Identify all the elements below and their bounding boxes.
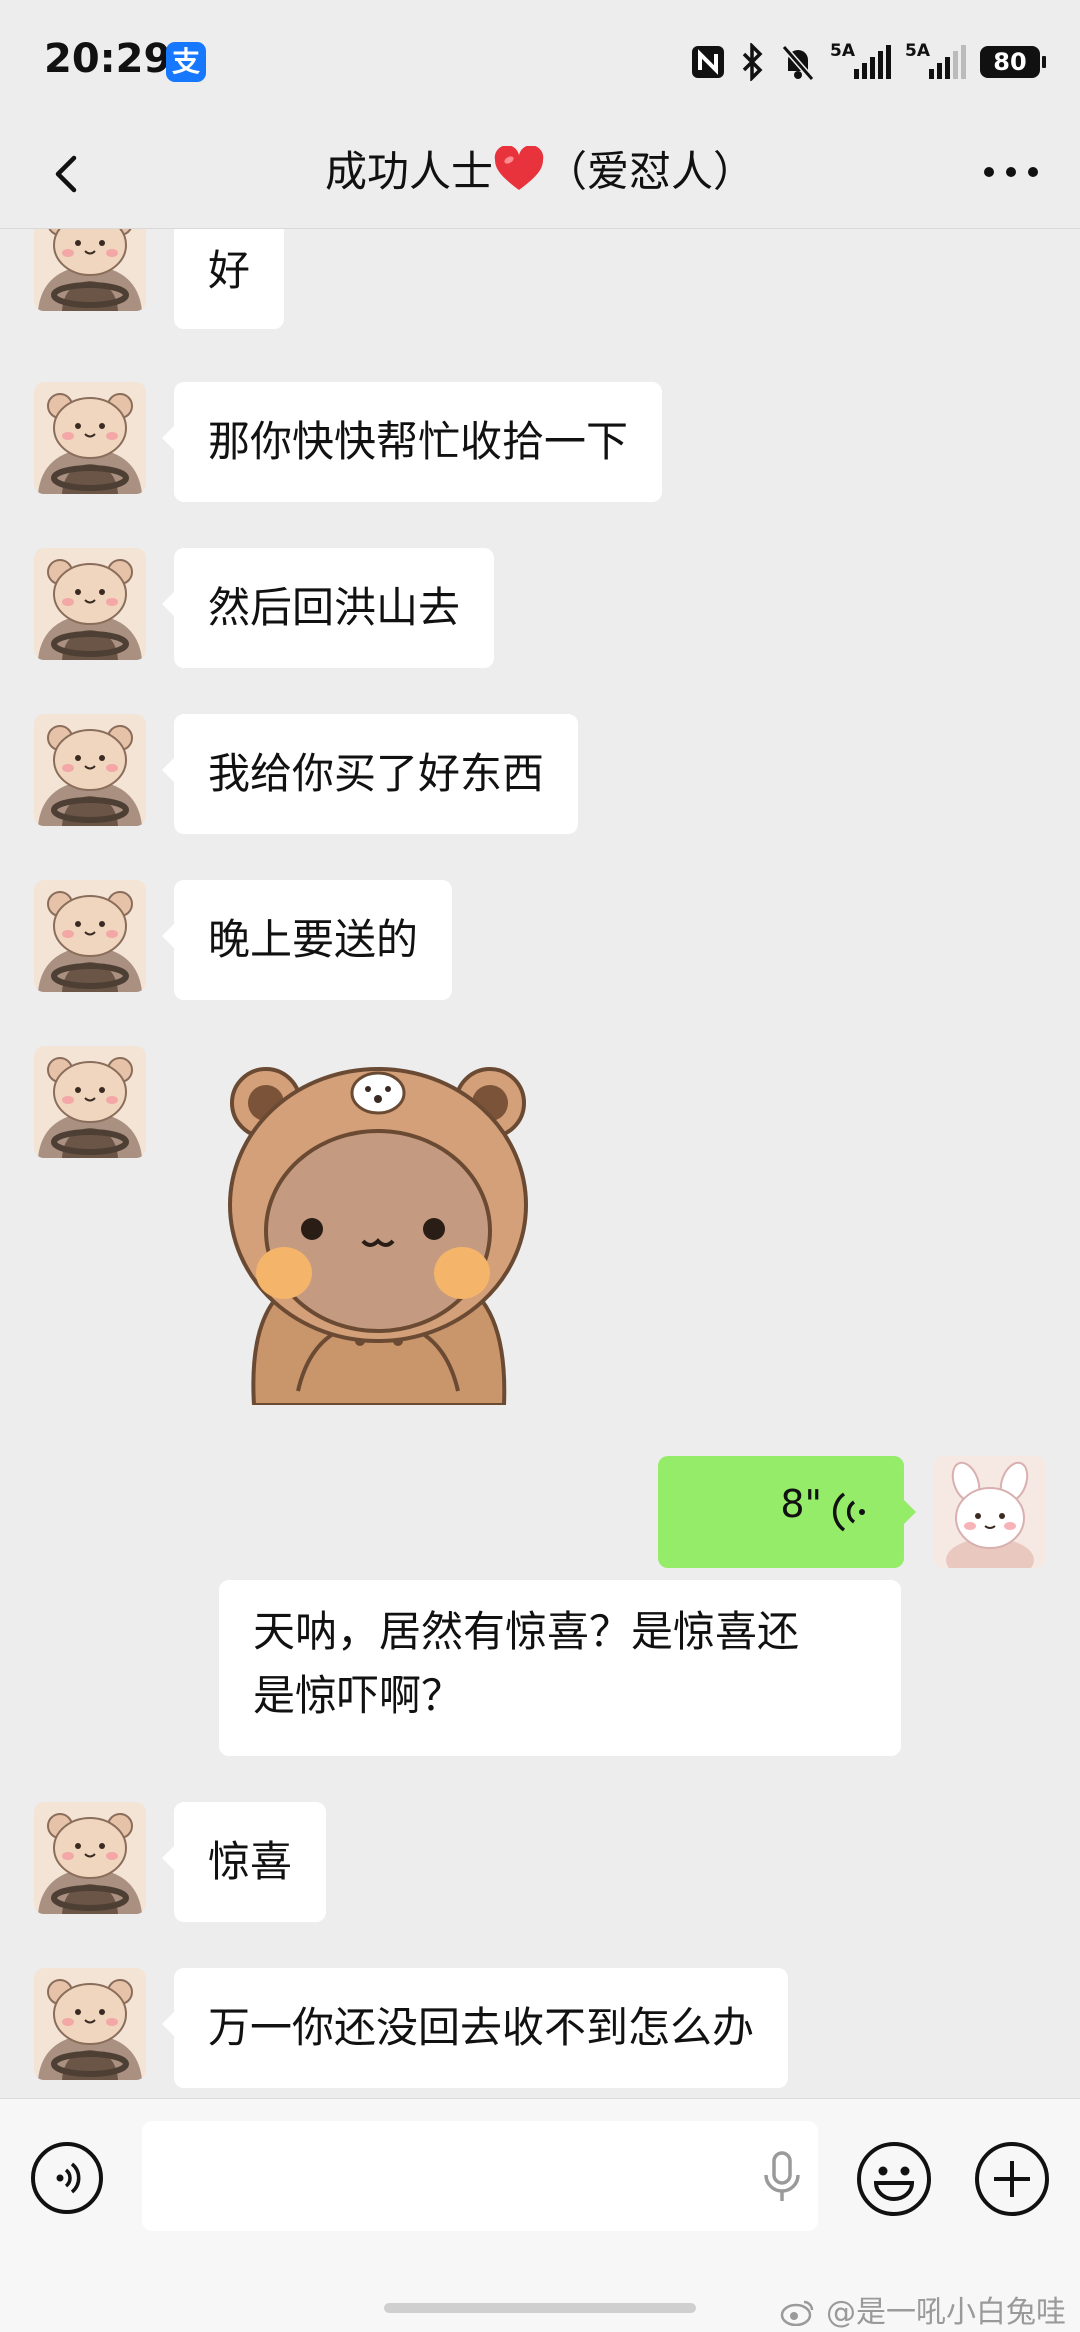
- signal-indicator-1: 5A: [830, 41, 891, 79]
- network-type-label: 5A: [830, 41, 855, 61]
- contact-name: 成功人士: [324, 147, 493, 196]
- nfc-icon: [692, 46, 724, 78]
- chat-header: 成功人士 （爱怼人）: [0, 120, 1080, 229]
- message-text: 我给你买了好东西: [208, 749, 545, 798]
- voice-transcript[interactable]: 天呐，居然有惊喜？是惊喜还 是惊吓啊？: [219, 1580, 901, 1756]
- my-avatar[interactable]: [934, 1456, 1046, 1568]
- message-bubble[interactable]: 好: [174, 229, 285, 329]
- chat-title: 成功人士 （爱怼人）: [0, 142, 1080, 202]
- microphone-icon[interactable]: [760, 2151, 804, 2203]
- contact-avatar[interactable]: [34, 880, 146, 992]
- voice-mode-icon[interactable]: [30, 2141, 104, 2215]
- weibo-watermark: @是一吼小白兔哇: [780, 2287, 1066, 2331]
- alipay-icon: 支: [166, 42, 206, 82]
- weibo-icon: [781, 2300, 814, 2327]
- bear-hoodie-sticker[interactable]: [208, 1055, 548, 1405]
- signal-indicator-2: 5A: [905, 41, 966, 79]
- heart-icon: [494, 145, 544, 190]
- message-bubble[interactable]: 我给你买了好东西: [161, 714, 579, 834]
- status-icons: 5A 5A 80: [690, 40, 1046, 84]
- battery-icon: 80: [980, 46, 1046, 78]
- input-toolbar: @是一吼小白兔哇: [0, 2098, 1080, 2332]
- message-bubble[interactable]: 然后回洪山去: [161, 548, 495, 668]
- message-text: 万一你还没回去收不到怎么办: [208, 2003, 755, 2052]
- network-type-label: 5A: [905, 41, 930, 61]
- contact-avatar[interactable]: [34, 1968, 146, 2080]
- message-text: 那你快快帮忙收拾一下: [208, 417, 629, 466]
- contact-avatar[interactable]: [34, 1046, 146, 1158]
- emoji-icon[interactable]: [856, 2141, 932, 2217]
- voice-duration: 8": [780, 1482, 822, 1526]
- message-bubble[interactable]: 那你快快帮忙收拾一下: [161, 382, 663, 502]
- clock-time: 20:29: [44, 36, 172, 82]
- silent-bell-icon: [781, 45, 815, 81]
- transcript-line: 是惊吓啊？: [253, 1671, 464, 1720]
- contact-remark: （爱怼人）: [545, 147, 756, 196]
- home-indicator[interactable]: [384, 2303, 696, 2313]
- message-bubble[interactable]: 晚上要送的: [161, 880, 453, 1000]
- message-bubble[interactable]: 万一你还没回去收不到怎么办: [161, 1968, 789, 2088]
- message-text: 晚上要送的: [208, 915, 419, 964]
- watermark-text: @是一吼小白兔哇: [826, 2295, 1066, 2330]
- message-input[interactable]: [142, 2121, 818, 2231]
- voice-wave-icon: [832, 1492, 865, 1532]
- contact-avatar[interactable]: [34, 229, 146, 311]
- status-bar: 20:29 支 5A 5A 80: [0, 0, 1080, 120]
- plus-icon[interactable]: [974, 2141, 1050, 2217]
- more-dots-icon[interactable]: [976, 142, 1046, 202]
- message-text: 好: [208, 246, 251, 295]
- voice-message[interactable]: 8": [658, 1456, 916, 1568]
- message-list[interactable]: 好 那你快快帮忙收拾一下 然后回洪山去 我给你买了好东西 晚上要送的 8" 天呐…: [0, 229, 1080, 2098]
- contact-avatar[interactable]: [34, 714, 146, 826]
- bluetooth-icon: [742, 43, 763, 81]
- contact-avatar[interactable]: [34, 548, 146, 660]
- contact-avatar[interactable]: [34, 382, 146, 494]
- contact-avatar[interactable]: [34, 1802, 146, 1914]
- transcript-line: 天呐，居然有惊喜？是惊喜还: [253, 1607, 800, 1656]
- message-text: 然后回洪山去: [208, 583, 461, 632]
- message-text: 惊喜: [208, 1837, 293, 1886]
- message-bubble[interactable]: 惊喜: [161, 1802, 327, 1922]
